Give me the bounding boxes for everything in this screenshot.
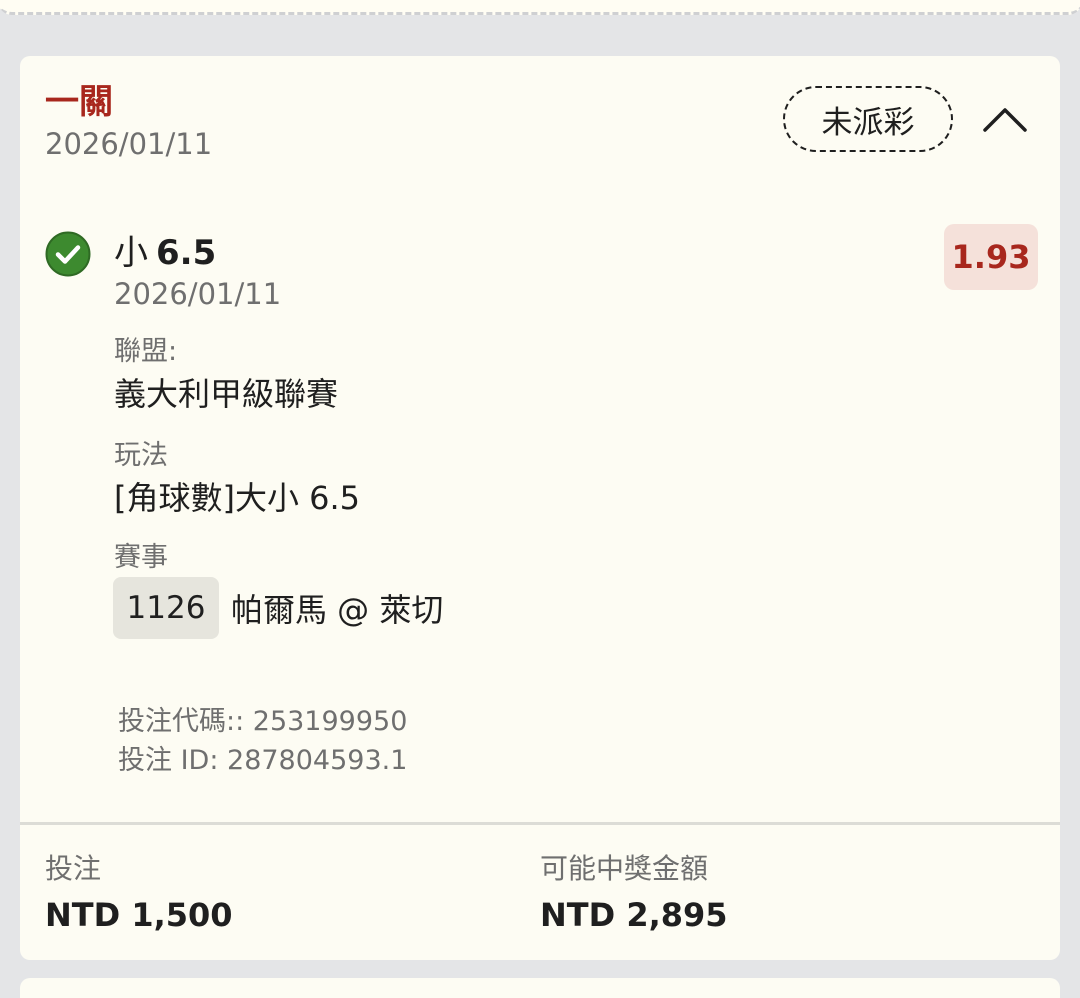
selection-line: 6.5 [156, 233, 217, 273]
stake-label: 投注 [45, 852, 102, 885]
bet-slip-card: 一關 2026/01/11 未派彩 小 6.5 2026/01/11 1.93 聯… [20, 56, 1060, 960]
chevron-up-icon [983, 108, 1027, 132]
bet-id: 投注 ID: 287804593.1 [118, 745, 408, 776]
selection-title: 小 6.5 [114, 232, 216, 274]
summary-divider [20, 822, 1060, 825]
league-label: 聯盟: [114, 336, 178, 367]
match-name: 帕爾馬 @ 萊切 [231, 591, 444, 629]
event-label: 賽事 [114, 542, 168, 573]
next-bet-card-edge [20, 978, 1060, 998]
match-number-badge: 1126 [113, 577, 219, 639]
status-badge: 未派彩 [783, 86, 953, 152]
selection-pick: 小 [114, 233, 148, 273]
league-value: 義大利甲級聯賽 [114, 375, 339, 413]
event-row: 1126 帕爾馬 @ 萊切 [113, 577, 443, 639]
market-label: 玩法 [114, 440, 168, 471]
bet-type-title: 一關 [45, 82, 113, 122]
market-value: [角球數]大小 6.5 [114, 479, 361, 517]
selection-date: 2026/01/11 [114, 277, 282, 311]
bet-date: 2026/01/11 [45, 127, 213, 161]
payout-amount: NTD 2,895 [540, 896, 728, 934]
collapse-button[interactable] [975, 94, 1035, 144]
previous-ticket-edge [0, 0, 1080, 15]
odds-badge: 1.93 [944, 224, 1038, 290]
payout-label: 可能中獎金額 [540, 852, 709, 885]
bet-code: 投注代碼:: 253199950 [118, 706, 408, 737]
stake-amount: NTD 1,500 [45, 896, 233, 934]
check-circle-icon [45, 231, 91, 277]
